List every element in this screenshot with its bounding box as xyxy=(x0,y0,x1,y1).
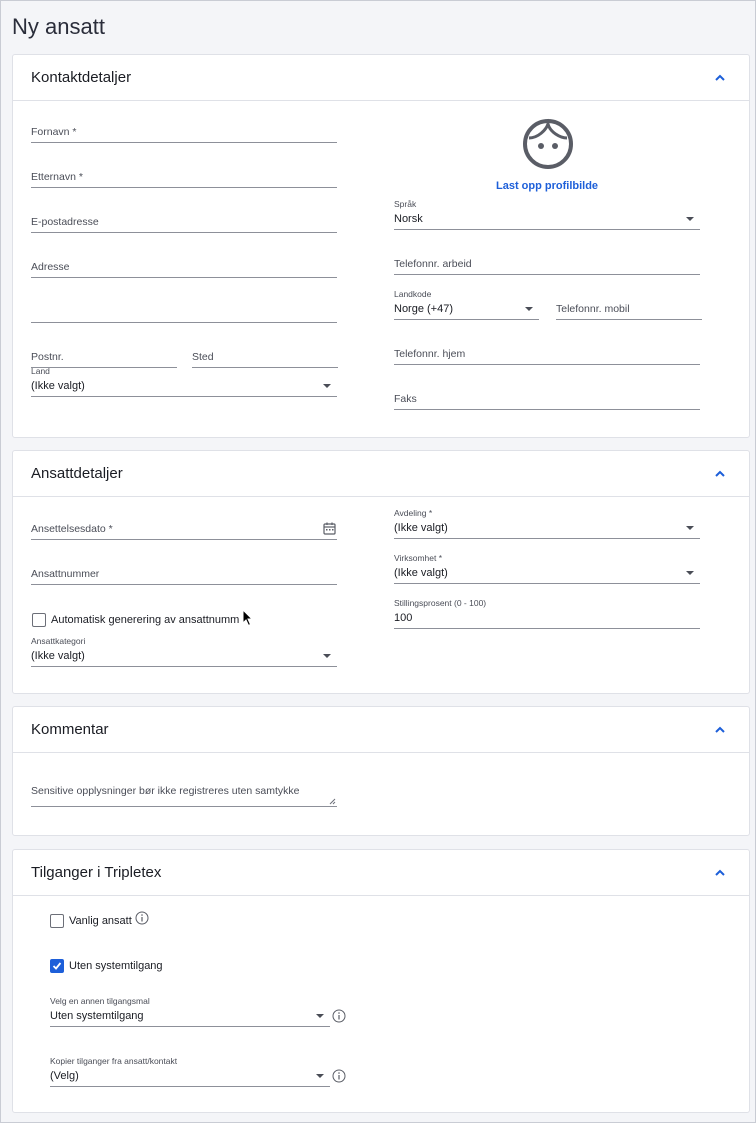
info-icon[interactable] xyxy=(135,911,149,925)
postal-code-field[interactable]: Postnr. xyxy=(31,346,177,368)
regular-employee-checkbox[interactable] xyxy=(50,914,64,928)
card-title: Kommentar xyxy=(31,721,109,738)
email-field[interactable]: E-postadresse xyxy=(31,211,337,233)
fax-field[interactable]: Faks xyxy=(394,388,700,410)
access-template-select[interactable]: Velg en annen tilgangsmal Uten systemtil… xyxy=(50,996,330,1027)
contact-details-card: Kontaktdetaljer Fornavn * Etternavn * E-… xyxy=(12,54,750,438)
business-select[interactable]: Virksomhet * (Ikke valgt) xyxy=(394,553,700,584)
country-select[interactable]: Land (Ikke valgt) xyxy=(31,366,337,397)
chevron-down-icon xyxy=(323,654,331,658)
phone-home-field[interactable]: Telefonnr. hjem xyxy=(394,343,700,365)
language-select[interactable]: Språk Norsk xyxy=(394,199,700,230)
city-field[interactable]: Sted xyxy=(192,346,338,368)
phone-work-field[interactable]: Telefonnr. arbeid xyxy=(394,253,700,275)
first-name-field[interactable]: Fornavn * xyxy=(31,121,337,143)
chevron-down-icon xyxy=(686,217,694,221)
phone-mobile-placeholder: Telefonnr. mobil xyxy=(556,303,630,315)
access-template-value: Uten systemtilgang xyxy=(50,1010,144,1022)
address-line2-field[interactable] xyxy=(31,301,337,323)
language-value: Norsk xyxy=(394,213,423,225)
auto-generate-checkbox[interactable] xyxy=(32,613,46,627)
employee-category-value: (Ikke valgt) xyxy=(31,650,85,662)
copy-access-label: Kopier tilganger fra ansatt/kontakt xyxy=(50,1056,178,1066)
phone-work-placeholder: Telefonnr. arbeid xyxy=(394,258,472,270)
chevron-down-icon xyxy=(686,571,694,575)
business-label: Virksomhet * xyxy=(394,553,443,563)
position-percentage-value: 100 xyxy=(394,612,413,624)
upload-profile-picture-link[interactable]: Last opp profilbilde xyxy=(496,180,598,192)
no-system-access-checkbox[interactable] xyxy=(50,959,64,973)
copy-access-select[interactable]: Kopier tilganger fra ansatt/kontakt (Vel… xyxy=(50,1056,330,1087)
comment-card: Kommentar Sensitive opplysninger bør ikk… xyxy=(12,706,750,836)
checkmark-icon xyxy=(52,962,62,970)
access-header[interactable]: Tilganger i Tripletex xyxy=(13,850,749,896)
employee-category-select[interactable]: Ansattkategori (Ikke valgt) xyxy=(31,636,337,667)
start-date-field[interactable]: Ansettelsesdato * xyxy=(31,518,337,540)
country-label: Land xyxy=(31,366,50,376)
employee-category-label: Ansattkategori xyxy=(31,636,86,646)
access-template-label: Velg en annen tilgangsmal xyxy=(50,996,150,1006)
chevron-up-icon[interactable] xyxy=(713,71,727,85)
business-value: (Ikke valgt) xyxy=(394,567,448,579)
employee-details-header[interactable]: Ansattdetaljer xyxy=(13,451,749,497)
comment-placeholder: Sensitive opplysninger bør ikke registre… xyxy=(31,785,300,797)
country-code-select[interactable]: Landkode Norge (+47) xyxy=(394,289,539,320)
chevron-up-icon[interactable] xyxy=(713,723,727,737)
regular-employee-label: Vanlig ansatt xyxy=(69,915,132,927)
employee-number-placeholder: Ansattnummer xyxy=(31,568,100,580)
address-field[interactable]: Adresse xyxy=(31,256,337,278)
language-label: Språk xyxy=(394,199,417,209)
access-card: Tilganger i Tripletex Vanlig ansatt Uten… xyxy=(12,849,750,1113)
phone-home-placeholder: Telefonnr. hjem xyxy=(394,348,466,360)
auto-generate-label: Automatisk generering av ansattnumm xyxy=(51,614,240,626)
country-value: (Ikke valgt) xyxy=(31,380,85,392)
comment-header[interactable]: Kommentar xyxy=(13,707,749,753)
chevron-down-icon xyxy=(323,384,331,388)
calendar-icon[interactable] xyxy=(323,522,336,535)
card-title: Tilganger i Tripletex xyxy=(31,864,162,881)
comment-textarea[interactable]: Sensitive opplysninger bør ikke registre… xyxy=(31,781,337,807)
chevron-up-icon[interactable] xyxy=(713,866,727,880)
last-name-placeholder: Etternavn * xyxy=(31,171,83,183)
card-title: Ansattdetaljer xyxy=(31,465,123,482)
info-icon[interactable] xyxy=(332,1069,346,1083)
employee-number-field[interactable]: Ansattnummer xyxy=(31,563,337,585)
info-icon[interactable] xyxy=(332,1009,346,1023)
start-date-placeholder: Ansettelsesdato * xyxy=(31,523,113,535)
last-name-field[interactable]: Etternavn * xyxy=(31,166,337,188)
department-label: Avdeling * xyxy=(394,508,433,518)
chevron-down-icon xyxy=(316,1014,324,1018)
country-code-label: Landkode xyxy=(394,289,432,299)
chevron-down-icon xyxy=(525,307,533,311)
no-system-access-label: Uten systemtilgang xyxy=(69,960,163,972)
city-placeholder: Sted xyxy=(192,351,214,363)
position-percentage-field[interactable]: Stillingsprosent (0 - 100) 100 xyxy=(394,598,700,629)
resize-handle-icon[interactable] xyxy=(329,798,336,805)
fax-placeholder: Faks xyxy=(394,393,417,405)
first-name-placeholder: Fornavn * xyxy=(31,126,77,138)
card-title: Kontaktdetaljer xyxy=(31,69,132,86)
contact-details-header[interactable]: Kontaktdetaljer xyxy=(13,55,749,101)
chevron-up-icon[interactable] xyxy=(713,467,727,481)
face-icon[interactable] xyxy=(522,118,574,170)
page-title: Ny ansatt xyxy=(12,14,105,39)
copy-access-value: (Velg) xyxy=(50,1070,79,1082)
chevron-down-icon xyxy=(316,1074,324,1078)
country-code-value: Norge (+47) xyxy=(394,303,454,315)
chevron-down-icon xyxy=(686,526,694,530)
mouse-cursor-icon xyxy=(242,609,254,627)
department-value: (Ikke valgt) xyxy=(394,522,448,534)
postal-code-placeholder: Postnr. xyxy=(31,351,64,363)
department-select[interactable]: Avdeling * (Ikke valgt) xyxy=(394,508,700,539)
email-placeholder: E-postadresse xyxy=(31,216,99,228)
position-percentage-label: Stillingsprosent (0 - 100) xyxy=(394,598,487,608)
employee-details-card: Ansattdetaljer Ansettelsesdato * Ansattn… xyxy=(12,450,750,694)
address-placeholder: Adresse xyxy=(31,261,70,273)
phone-mobile-field[interactable]: Telefonnr. mobil xyxy=(556,298,702,320)
